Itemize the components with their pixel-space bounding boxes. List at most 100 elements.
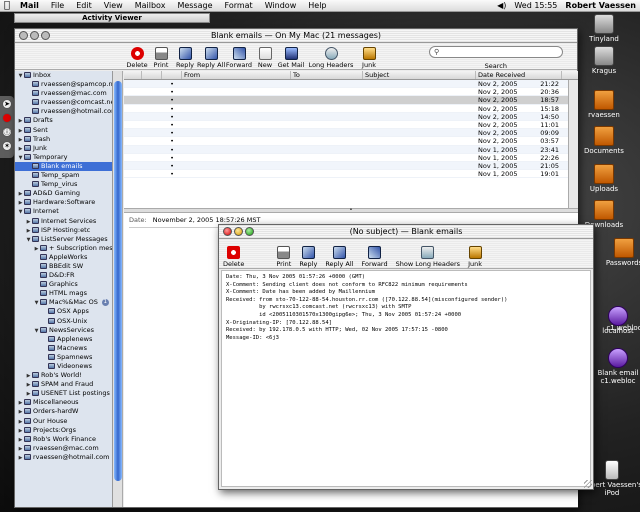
disclosure-closed-icon[interactable]: ▶: [17, 418, 24, 426]
sidebar-item[interactable]: ▶ rvaessen@mac.com: [15, 444, 112, 453]
disclosure-open-icon[interactable]: ▼: [33, 299, 40, 307]
delete-button[interactable]: Delete: [223, 246, 244, 268]
message-row[interactable]: • Nov 2, 2005 15:18: [124, 105, 578, 113]
message-titlebar[interactable]: (No subject) — Blank emails: [219, 225, 593, 239]
message-row[interactable]: • Nov 1, 2005 21:05: [124, 161, 578, 171]
dock-app-icon[interactable]: ✶: [2, 141, 12, 151]
desktop-icon-tinyland[interactable]: Tinyland: [574, 14, 634, 43]
sidebar-item[interactable]: OSX Apps: [15, 307, 112, 316]
junk-button[interactable]: Junk: [468, 246, 482, 268]
print-button[interactable]: Print: [276, 246, 291, 268]
message-row[interactable]: • Nov 2, 2005 14:50: [124, 112, 578, 121]
sidebar-item[interactable]: ▶ Miscellaneous: [15, 398, 112, 407]
apple-menu-icon[interactable]: : [0, 0, 14, 12]
disclosure-closed-icon[interactable]: ▶: [17, 136, 24, 144]
sidebar-item[interactable]: Spamnews: [15, 353, 112, 362]
search-field[interactable]: ⚲: [429, 46, 563, 58]
sidebar-scrollbar[interactable]: [113, 71, 123, 507]
disclosure-open-icon[interactable]: ▼: [33, 327, 40, 335]
sidebar-item[interactable]: ▶ Internet Services: [15, 217, 112, 226]
sidebar-item[interactable]: Temp_virus: [15, 180, 112, 189]
menu-window[interactable]: Window: [259, 0, 303, 12]
col-subject[interactable]: Subject: [363, 71, 476, 79]
dock-app-icon[interactable]: [2, 113, 12, 123]
junk-button[interactable]: Junk: [357, 47, 381, 69]
desktop-icon-c1-webloc[interactable]: c1.webloc: [594, 324, 640, 332]
sidebar-item[interactable]: ▶ Our House: [15, 417, 112, 426]
col-from[interactable]: From: [182, 71, 291, 79]
disclosure-closed-icon[interactable]: ▶: [17, 199, 24, 207]
sidebar-item[interactable]: Applenews: [15, 335, 112, 344]
message-row[interactable]: • Nov 2, 2005 03:57: [124, 137, 578, 146]
zoom-button-icon[interactable]: [41, 31, 50, 40]
menubar-clock[interactable]: Wed 15:55: [510, 0, 561, 12]
main-titlebar[interactable]: Blank emails — On My Mac (21 messages): [15, 29, 577, 43]
disclosure-closed-icon[interactable]: ▶: [17, 145, 24, 153]
sidebar-item[interactable]: HTML mags: [15, 289, 112, 298]
sidebar-item[interactable]: ▶ + Subscription messages: [15, 244, 112, 253]
menubar-user[interactable]: Robert Vaessen: [561, 0, 640, 12]
disclosure-closed-icon[interactable]: ▶: [25, 227, 32, 235]
sidebar-item[interactable]: ▶ Junk: [15, 144, 112, 153]
print-button[interactable]: Print: [149, 47, 173, 69]
dock-app-icon[interactable]: ⓘ: [2, 127, 12, 137]
minimize-button-icon[interactable]: [234, 227, 243, 236]
message-list-scrollbar[interactable]: [568, 80, 578, 208]
disclosure-closed-icon[interactable]: ▶: [17, 445, 24, 453]
desktop-icon-passwords[interactable]: Passwords: [594, 238, 640, 267]
show-long-headers-button[interactable]: Show Long Headers: [396, 246, 460, 268]
close-button-icon[interactable]: [223, 227, 232, 236]
minimize-button-icon[interactable]: [30, 31, 39, 40]
sidebar-item[interactable]: ▶ Hardware:Software: [15, 198, 112, 207]
sidebar-item[interactable]: Blank emails: [15, 161, 112, 172]
sidebar-item[interactable]: ▼ Inbox: [15, 71, 112, 80]
sidebar-item[interactable]: Graphics: [15, 280, 112, 289]
disclosure-closed-icon[interactable]: ▶: [17, 190, 24, 198]
close-button-icon[interactable]: [19, 31, 28, 40]
sidebar-item[interactable]: rvaessen@mac.com: [15, 89, 112, 98]
desktop-icon-rvaessen[interactable]: rvaessen: [574, 90, 634, 119]
reply-button[interactable]: Reply: [299, 246, 317, 268]
disclosure-open-icon[interactable]: ▼: [17, 208, 24, 216]
resize-handle-icon[interactable]: [584, 480, 592, 488]
disclosure-closed-icon[interactable]: ▶: [25, 390, 32, 398]
sidebar-item[interactable]: ▶ Drafts: [15, 116, 112, 125]
raw-headers-body[interactable]: Date: Thu, 3 Nov 2005 01:57:26 +0000 (GM…: [221, 270, 591, 487]
menu-view[interactable]: View: [98, 0, 129, 12]
desktop-icon-blank-email-webloc[interactable]: Blank email c1.webloc: [588, 348, 640, 385]
reply-button[interactable]: Reply: [173, 47, 197, 69]
message-row[interactable]: • Nov 2, 2005 09:09: [124, 129, 578, 138]
sidebar-item[interactable]: AppleWorks: [15, 253, 112, 262]
sidebar-item[interactable]: ▶ Projects:Orgs: [15, 426, 112, 435]
desktop-icon-kragus[interactable]: Kragus: [574, 46, 634, 75]
reply-all-button[interactable]: Reply All: [325, 246, 353, 268]
sidebar-item[interactable]: ▶ AD&D Gaming: [15, 189, 112, 198]
message-row[interactable]: • Nov 2, 2005 11:01: [124, 121, 578, 130]
delete-button[interactable]: Delete: [125, 47, 149, 69]
disclosure-open-icon[interactable]: ▼: [17, 154, 24, 162]
disclosure-closed-icon[interactable]: ▶: [25, 218, 32, 226]
menu-edit[interactable]: Edit: [70, 0, 98, 12]
menu-format[interactable]: Format: [219, 0, 259, 12]
sidebar-item[interactable]: ▼ Mac%&Mac OS 1: [15, 298, 112, 307]
menu-app[interactable]: Mail: [14, 0, 45, 12]
message-row[interactable]: • Nov 1, 2005 22:26: [124, 154, 578, 162]
sidebar-item[interactable]: ▼ NewsServices: [15, 326, 112, 335]
message-row[interactable]: • Nov 1, 2005 19:01: [124, 170, 578, 179]
get-mail-button[interactable]: Get Mail: [277, 47, 305, 69]
message-row[interactable]: • Nov 1, 2005 23:41: [124, 145, 578, 154]
menu-help[interactable]: Help: [302, 0, 332, 12]
disclosure-closed-icon[interactable]: ▶: [17, 399, 24, 407]
sidebar-item[interactable]: BBEdit SW: [15, 262, 112, 271]
disclosure-open-icon[interactable]: ▼: [17, 72, 24, 80]
menu-file[interactable]: File: [45, 0, 70, 12]
disclosure-closed-icon[interactable]: ▶: [17, 427, 24, 435]
sidebar-item[interactable]: ▶ ISP Hosting:etc: [15, 226, 112, 235]
disclosure-open-icon[interactable]: ▼: [25, 236, 32, 244]
dock-app-icon[interactable]: ➤: [2, 99, 12, 109]
sidebar-item[interactable]: Videonews: [15, 362, 112, 371]
col-date-received[interactable]: Date Received: [476, 71, 562, 79]
message-row[interactable]: • Nov 2, 2005 18:57: [124, 96, 578, 105]
disclosure-closed-icon[interactable]: ▶: [17, 127, 24, 135]
col-status[interactable]: [124, 71, 142, 79]
